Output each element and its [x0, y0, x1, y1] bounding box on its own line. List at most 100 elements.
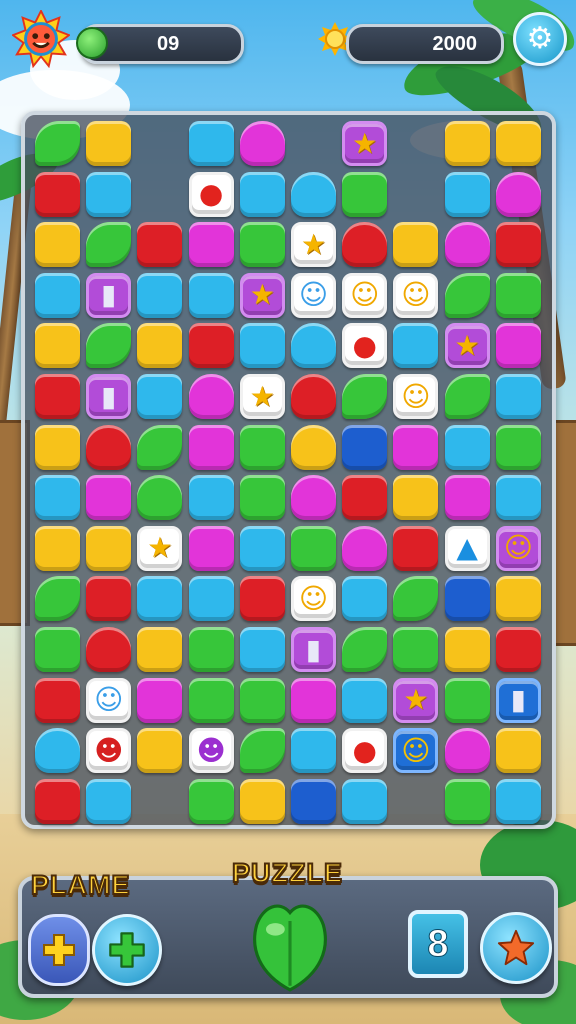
block-tile[interactable]	[291, 525, 336, 571]
block-tile[interactable]	[137, 374, 183, 419]
heart-tile[interactable]	[291, 475, 336, 521]
heart-tile[interactable]	[291, 323, 336, 369]
block-tile[interactable]	[35, 778, 80, 824]
special-tile-cat-blue[interactable]: ☺	[291, 272, 336, 318]
special-tile-bottle[interactable]: ▮	[291, 627, 336, 672]
special-tile-bottle[interactable]: ▮	[86, 272, 132, 318]
settings-button[interactable]: ⚙	[513, 12, 567, 66]
block-tile[interactable]	[239, 525, 285, 571]
block-tile[interactable]	[188, 475, 234, 521]
block-tile[interactable]	[35, 677, 80, 723]
special-tile-cat[interactable]: ☺	[393, 272, 439, 318]
block-tile[interactable]	[35, 627, 80, 672]
heart-tile[interactable]	[342, 222, 388, 268]
leaf-tile[interactable]	[444, 272, 490, 318]
block-tile[interactable]	[444, 121, 490, 166]
heart-tile[interactable]	[291, 171, 336, 217]
special-tile-cat[interactable]: ☺	[393, 374, 439, 419]
block-tile[interactable]	[444, 424, 490, 470]
block-tile[interactable]	[495, 576, 541, 622]
block-tile[interactable]	[239, 424, 285, 470]
leaf-tile[interactable]	[35, 576, 80, 622]
block-tile[interactable]	[393, 627, 439, 672]
block-tile[interactable]	[35, 222, 80, 268]
block-tile[interactable]	[291, 677, 336, 723]
block-tile[interactable]	[495, 121, 541, 166]
special-tile-cat[interactable]: ☺	[291, 576, 336, 622]
block-tile[interactable]	[495, 728, 541, 774]
block-tile[interactable]	[137, 677, 183, 723]
block-tile[interactable]	[239, 778, 285, 824]
heart-tile[interactable]	[137, 475, 183, 521]
block-tile[interactable]	[35, 171, 80, 217]
special-tile-bottle[interactable]: ▮	[495, 677, 541, 723]
special-tile-star[interactable]: ★	[393, 677, 439, 723]
block-tile[interactable]	[137, 627, 183, 672]
special-tile-bottle-blue[interactable]: ▲	[444, 525, 490, 571]
special-tile-cat[interactable]: ☺	[495, 525, 541, 571]
leaf-tile[interactable]	[342, 627, 388, 672]
block-tile[interactable]	[444, 627, 490, 672]
heart-tile[interactable]	[291, 424, 336, 470]
heart-tile[interactable]	[342, 525, 388, 571]
block-tile[interactable]	[137, 272, 183, 318]
block-tile[interactable]	[188, 121, 234, 166]
block-tile[interactable]	[495, 272, 541, 318]
block-tile[interactable]	[393, 475, 439, 521]
block-tile[interactable]	[444, 475, 490, 521]
block-tile[interactable]	[188, 627, 234, 672]
block-tile[interactable]	[35, 374, 80, 419]
block-tile[interactable]	[188, 323, 234, 369]
special-tile-apple[interactable]: ●	[342, 323, 388, 369]
leaf-tile[interactable]	[137, 424, 183, 470]
block-tile[interactable]	[495, 374, 541, 419]
block-tile[interactable]	[444, 778, 490, 824]
block-tile[interactable]	[495, 323, 541, 369]
heart-tile[interactable]	[291, 374, 336, 419]
block-tile[interactable]	[239, 627, 285, 672]
heart-tile[interactable]	[188, 374, 234, 419]
block-tile[interactable]	[137, 222, 183, 268]
block-tile[interactable]	[444, 576, 490, 622]
block-tile[interactable]	[239, 323, 285, 369]
block-tile[interactable]	[239, 576, 285, 622]
block-tile[interactable]	[495, 424, 541, 470]
special-tile-apple[interactable]: ●	[188, 171, 234, 217]
leaf-tile[interactable]	[86, 222, 132, 268]
block-tile[interactable]	[35, 323, 80, 369]
block-tile[interactable]	[35, 424, 80, 470]
special-tile-star[interactable]: ★	[342, 121, 388, 166]
block-tile[interactable]	[239, 171, 285, 217]
block-tile[interactable]	[342, 576, 388, 622]
block-tile[interactable]	[495, 778, 541, 824]
special-tile-star[interactable]: ★	[291, 222, 336, 268]
block-tile[interactable]	[86, 171, 132, 217]
block-tile[interactable]	[342, 475, 388, 521]
special-tile-purple-face[interactable]: ☻	[188, 728, 234, 774]
block-tile[interactable]	[495, 627, 541, 672]
block-tile[interactable]	[35, 525, 80, 571]
block-tile[interactable]	[393, 525, 439, 571]
leaf-tile[interactable]	[239, 728, 285, 774]
block-tile[interactable]	[137, 728, 183, 774]
leaf-tile[interactable]	[35, 121, 80, 166]
block-tile[interactable]	[35, 475, 80, 521]
block-tile[interactable]	[137, 576, 183, 622]
block-tile[interactable]	[444, 677, 490, 723]
heart-tile[interactable]	[35, 728, 80, 774]
block-tile[interactable]	[495, 475, 541, 521]
green-leaf-gem-icon[interactable]	[248, 898, 332, 992]
leaf-tile[interactable]	[86, 323, 132, 369]
leaf-tile[interactable]	[393, 576, 439, 622]
heart-tile[interactable]	[86, 627, 132, 672]
block-tile[interactable]	[188, 778, 234, 824]
block-tile[interactable]	[239, 475, 285, 521]
special-tile-star[interactable]: ★	[239, 374, 285, 419]
block-tile[interactable]	[239, 677, 285, 723]
block-tile[interactable]	[35, 272, 80, 318]
special-tile-star[interactable]: ★	[444, 323, 490, 369]
block-tile[interactable]	[495, 222, 541, 268]
block-tile[interactable]	[188, 576, 234, 622]
special-tile-bottle[interactable]: ▮	[86, 374, 132, 419]
special-tile-apple[interactable]: ●	[342, 728, 388, 774]
